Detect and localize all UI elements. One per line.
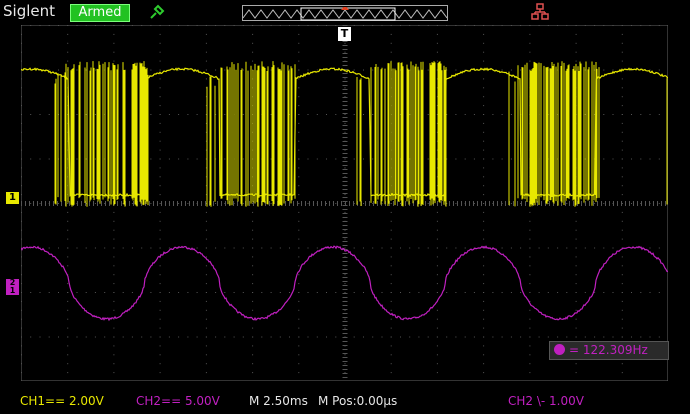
- frequency-value: = 122.309Hz: [569, 343, 648, 357]
- ch2-scale[interactable]: CH2== 5.00V: [136, 394, 220, 408]
- brand-label: Siglent: [3, 2, 55, 20]
- trigger-marker[interactable]: T: [338, 27, 351, 41]
- top-status-bar: Siglent Armed: [0, 0, 690, 24]
- memory-position[interactable]: M Pos:0.00µs: [318, 394, 397, 408]
- frequency-measurement[interactable]: = 122.309Hz: [549, 341, 669, 360]
- ch2-source-dot: [554, 344, 565, 355]
- bottom-status-bar: CH1== 2.00V CH2== 5.00V M 2.50ms M Pos:0…: [0, 383, 690, 414]
- waveform-display[interactable]: [20, 24, 669, 382]
- run-status-badge[interactable]: Armed: [70, 4, 130, 22]
- trigger-setting[interactable]: CH2 \- 1.00V: [508, 394, 584, 408]
- ch1-level-marker[interactable]: 1: [6, 192, 19, 204]
- probe-icon: [148, 3, 166, 25]
- ch2-marker-bottom: 1: [9, 286, 16, 295]
- ch2-level-marker[interactable]: 21: [6, 279, 19, 295]
- network-icon: [531, 3, 549, 25]
- timebase-scale[interactable]: M 2.50ms: [249, 394, 308, 408]
- ch1-scale[interactable]: CH1== 2.00V: [20, 394, 104, 408]
- trigger-position-bar[interactable]: [242, 5, 448, 21]
